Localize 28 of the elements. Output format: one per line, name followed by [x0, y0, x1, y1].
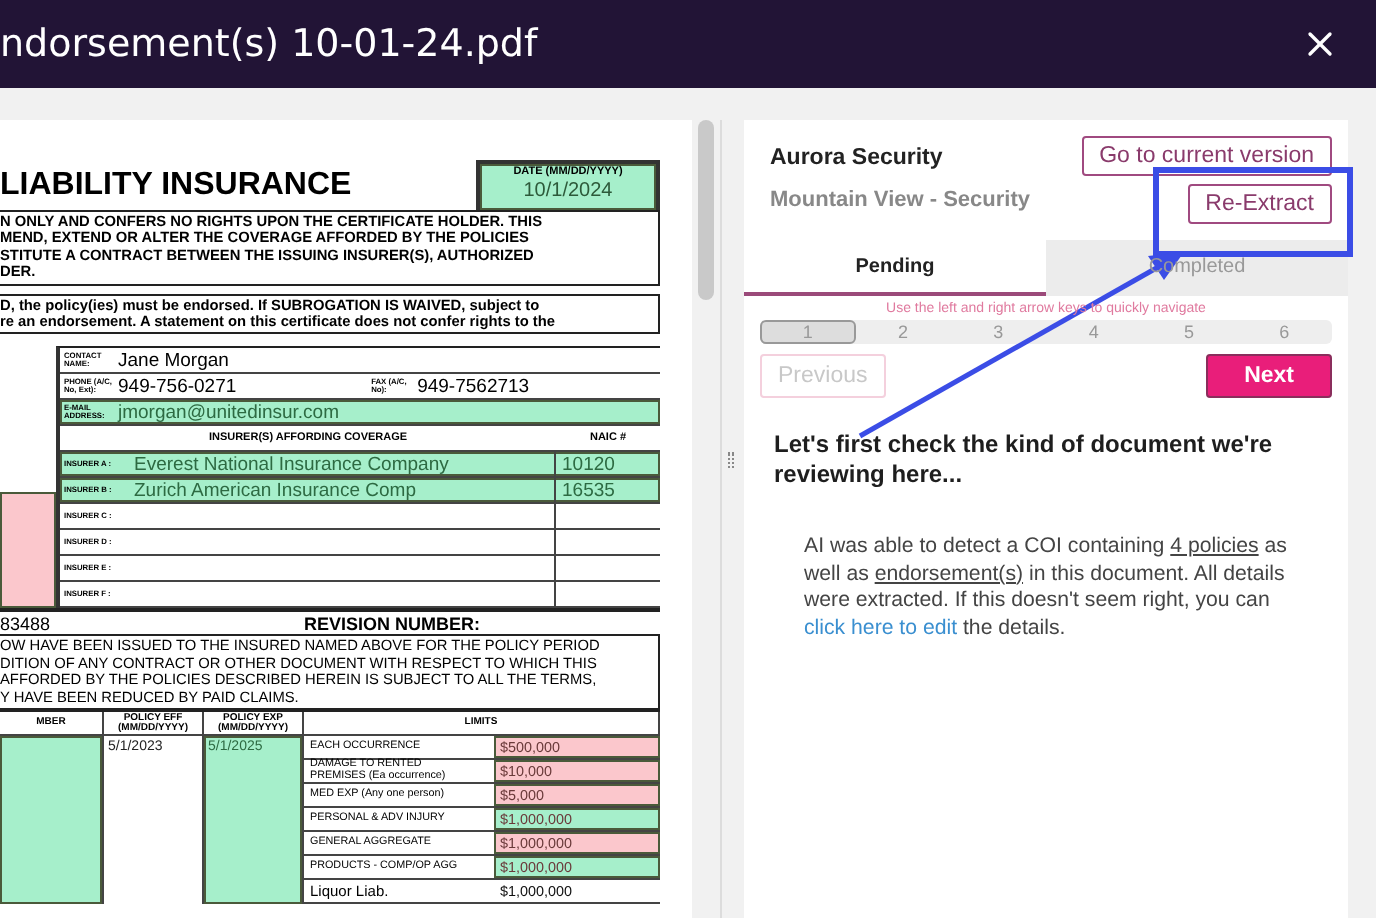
step-button[interactable]: 5 [1141, 320, 1237, 344]
naic-number: 16535 [560, 479, 617, 502]
re-extract-button[interactable]: Re-Extract [1187, 184, 1332, 224]
step-button[interactable]: 3 [950, 320, 1046, 344]
scrollbar-thumb[interactable] [698, 120, 714, 300]
field-value: 10/1/2024 [521, 178, 615, 204]
step-button[interactable]: 2 [855, 320, 951, 344]
insurer-name: Zurich American Insurance Comp [134, 479, 416, 502]
step-button[interactable]: 1 [760, 320, 856, 344]
window-title: ndorsement(s) 10-01-24.pdf [0, 22, 538, 66]
next-button[interactable]: Next [1206, 354, 1332, 398]
certificate-number: 83488 [0, 614, 53, 635]
document-title: LIABILITY INSURANCE [0, 168, 352, 206]
revision-label: REVISION NUMBER: [304, 614, 481, 635]
step-button[interactable]: 4 [1046, 320, 1142, 344]
step-button[interactable]: 6 [1236, 320, 1332, 344]
edit-link[interactable]: click here to edit [804, 615, 958, 639]
detection-message: AI was able to detect a COI containing 4 policies as well as endorsement(s) in this document. All details were extracted. If this doesn't seem right, you can click here to edit the details. [802, 532, 1289, 642]
drag-handle-icon[interactable] [728, 451, 734, 467]
field-value: Jane Morgan [118, 349, 229, 372]
location-name: Mountain View - Security [770, 188, 1030, 212]
field-value: 949-7562713 [417, 375, 530, 398]
naic-number: 10120 [560, 453, 617, 476]
insurer-name: Everest National Insurance Company [134, 453, 449, 476]
field-value: jmorgan@unitedinsur.com [118, 401, 340, 424]
field-value: 949-756-0271 [118, 375, 237, 398]
section-heading: Let's first check the kind of document we're reviewing here... [772, 428, 1275, 490]
company-name: Aurora Security [770, 146, 945, 170]
